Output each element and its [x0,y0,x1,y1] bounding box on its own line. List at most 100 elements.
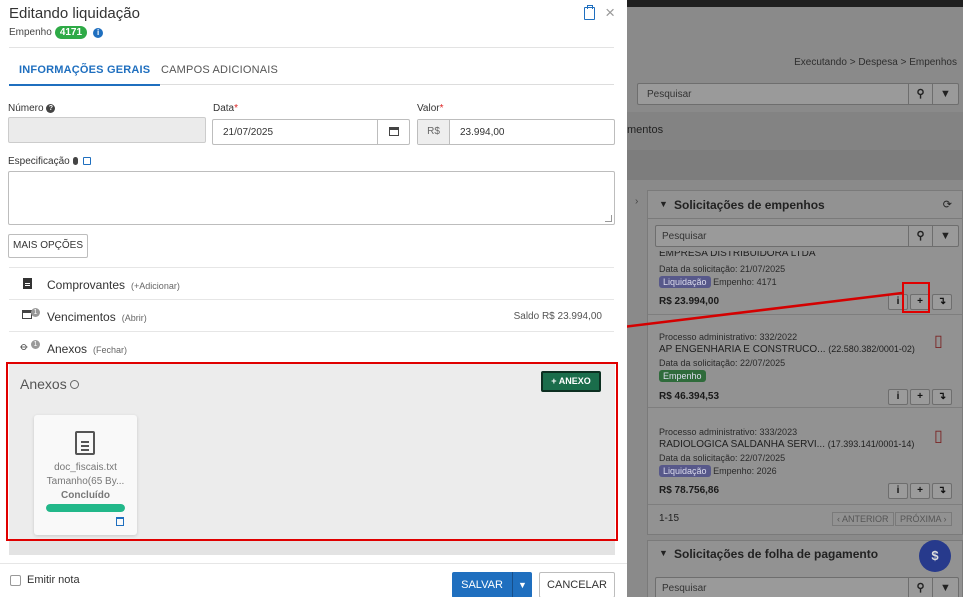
modal-subtitle: Empenho 4171 i [9,26,104,39]
numero-label: Número ? [8,103,56,114]
modal-header-actions: × [584,4,615,21]
annotation-highlight-box [902,282,930,313]
forward-button[interactable]: ↴ [932,389,952,405]
card-empenho: Empenho: 4171 [713,277,777,287]
vencimentos-row[interactable]: 1 Vencimentos (Abrir) Saldo R$ 23.994,00 [9,299,614,331]
card-date: Data da solicitação: 22/07/2025 [659,453,786,463]
tab-campos-adicionais[interactable]: CAMPOS ADICIONAIS [161,64,278,76]
fab-money-button[interactable]: $ [919,540,951,572]
refresh-icon[interactable]: ⟳ [943,198,952,211]
section-band-2 [627,150,963,180]
date-value: 21/07/2025 [223,127,274,138]
panel2-search-placeholder: Pesquisar [662,583,707,594]
copy-icon[interactable] [82,157,91,165]
anexos-label: Anexos (Fechar) [47,342,127,356]
valor-field[interactable]: R$ 23.994,00 [417,119,615,145]
search-icon[interactable]: ⚲ [908,226,932,246]
divider [9,47,614,48]
caret-down-icon[interactable]: ▼ [659,548,668,558]
chevron-right-icon[interactable]: › [635,196,647,212]
card-badges: Liquidação Empenho: 4171 [659,276,777,288]
pagination-range: 1-15 [659,513,680,524]
anexos-row[interactable]: ⌀ 1 Anexos (Fechar) [9,331,614,363]
anexos-close-link[interactable]: (Fechar) [93,345,127,355]
clipboard-icon[interactable] [584,4,596,20]
main-search-input[interactable]: Pesquisar ⚲ ▼ [637,83,959,105]
solicitacoes-folha-panel: ▼ Solicitações de folha de pagamento Pes… [647,540,963,597]
panel-search-input[interactable]: Pesquisar ⚲ ▼ [655,225,959,247]
info-button[interactable]: i [888,389,908,405]
modal-footer: Emitir nota SALVAR ▼ CANCELAR [0,563,627,597]
main-search-placeholder: Pesquisar [647,89,692,100]
panel-title: Solicitações de empenhos [674,198,825,212]
help-icon[interactable]: ? [46,104,56,113]
date-field[interactable]: 21/07/2025 [212,119,410,145]
tab-bar: INFORMAÇÕES GERAIS CAMPOS ADICIONAIS [8,57,614,86]
breadcrumb[interactable]: Executando > Despesa > Empenhos [794,57,957,68]
modal-title: Editando liquidação [9,5,140,22]
microphone-icon[interactable] [72,157,78,165]
close-icon[interactable]: × [605,4,615,21]
count-badge: 1 [31,308,40,317]
info-button[interactable]: i [888,483,908,499]
calendar-icon [389,127,399,136]
pdf-icon[interactable]: ▯ [934,331,950,351]
filter-icon[interactable]: ▼ [932,226,958,246]
especificacao-label-text: Especificação [8,156,70,167]
required-marker: * [234,103,239,114]
save-options-dropdown[interactable]: ▼ [512,572,532,597]
save-button[interactable]: SALVAR [452,572,512,597]
forward-button[interactable]: ↴ [932,483,952,499]
annotation-arrow [622,291,903,329]
add-button[interactable]: + [910,389,930,405]
section-band: mentos [627,112,963,150]
card-company: EMPRESA DISTRIBUIDORA LTDA [659,251,816,259]
next-page-button[interactable]: PRÓXIMA › [895,512,952,526]
add-button[interactable]: + [910,483,930,499]
filter-icon[interactable]: ▼ [932,84,958,104]
card-process: Processo administrativo: 333/2023 [659,427,798,437]
card-cnpj: (22.580.382/0001-02) [828,344,915,354]
card-empenho: Empenho: 2026 [713,466,777,476]
vencimentos-open-link[interactable]: (Abrir) [122,313,147,323]
comprovantes-add-link[interactable]: (+Adicionar) [131,281,180,291]
prev-page-button[interactable]: ‹ ANTERIOR [832,512,894,526]
status-badge: Liquidação [659,465,711,477]
annotation-highlight-box [6,362,618,541]
more-options-button[interactable]: MAIS OPÇÕES [8,234,88,258]
especificacao-textarea[interactable] [8,171,615,225]
empenho-badge: 4171 [54,26,88,39]
list-item[interactable]: Processo administrativo: 333/2023 RADIOL… [648,408,962,505]
paperclip-icon: ⌀ [17,340,31,354]
empenho-label: Empenho [9,27,52,38]
panel2-search-input[interactable]: Pesquisar ⚲ ▼ [655,577,959,597]
count-badge: 1 [31,340,40,349]
pdf-icon[interactable]: ▯ [934,426,950,446]
tab-informacoes-gerais[interactable]: INFORMAÇÕES GERAIS [8,64,161,86]
numero-label-text: Número [8,103,44,114]
saldo-text: Saldo R$ 23.994,00 [513,311,602,322]
panel-header[interactable]: ▼ Solicitações de empenhos ⟳ [648,191,962,219]
currency-prefix: R$ [418,120,450,144]
top-bar [627,0,963,7]
search-icon[interactable]: ⚲ [908,84,932,104]
document-icon [23,278,32,292]
emitir-nota-label[interactable]: Emitir nota [27,574,80,586]
card-badges: Liquidação Empenho: 2026 [659,465,777,477]
numero-field[interactable] [8,117,206,143]
info-icon[interactable]: i [93,27,104,38]
card-cnpj: (17.393.141/0001-14) [827,439,915,449]
cancel-button[interactable]: CANCELAR [539,572,615,597]
edit-liquidation-modal: Editando liquidação Empenho 4171 i × INF… [0,0,627,597]
calendar-button[interactable] [377,120,409,144]
emitir-nota-checkbox[interactable] [10,575,21,586]
forward-button[interactable]: ↴ [932,294,952,310]
card-process: Processo administrativo: 332/2022 [659,332,798,342]
panel-footer-strip [9,541,615,555]
comprovantes-row[interactable]: Comprovantes (+Adicionar) [9,267,614,299]
required-marker: * [439,103,444,114]
search-icon[interactable]: ⚲ [908,578,932,597]
filter-icon[interactable]: ▼ [932,578,958,597]
status-badge: Liquidação [659,276,711,288]
caret-down-icon[interactable]: ▼ [659,199,668,209]
